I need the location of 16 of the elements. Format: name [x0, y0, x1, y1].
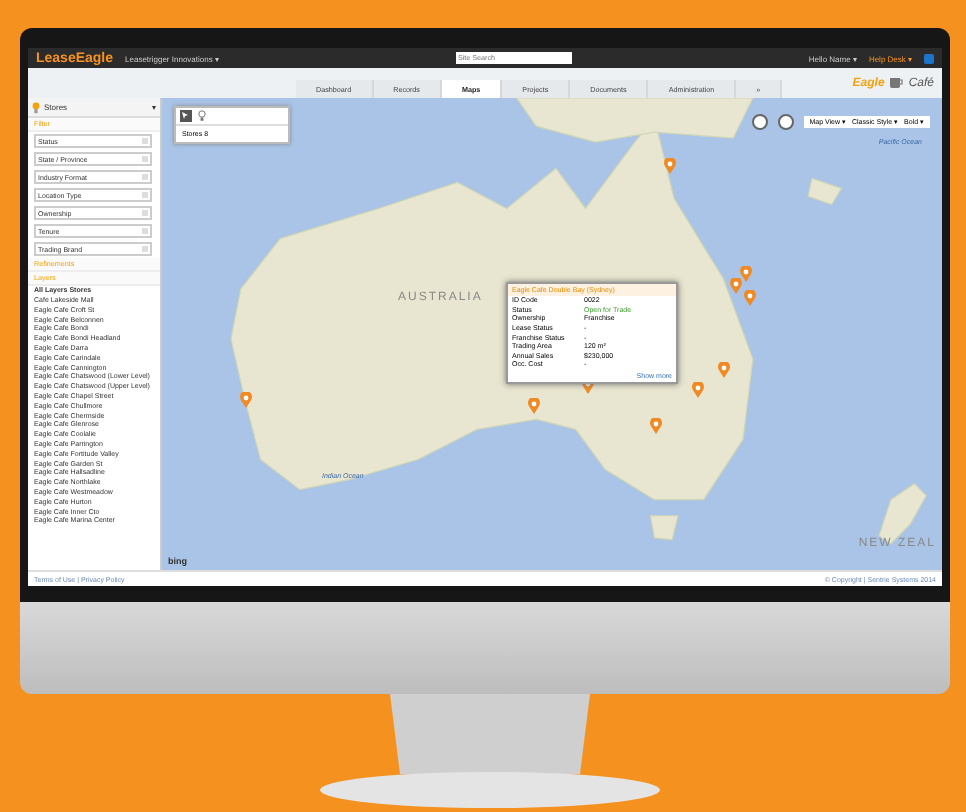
map-pin-icon[interactable] — [718, 362, 730, 378]
zoom-out-button[interactable] — [777, 114, 794, 130]
select-tool-icon[interactable] — [180, 110, 192, 122]
map-pin-icon[interactable] — [528, 398, 540, 414]
map-pin-icon[interactable] — [240, 392, 252, 408]
cup-icon — [888, 76, 905, 90]
lightbulb-icon — [32, 101, 40, 113]
map-pin-icon[interactable] — [650, 418, 662, 434]
map-pin-icon[interactable] — [692, 382, 704, 398]
map-pin-icon[interactable] — [740, 266, 752, 282]
zoom-in-button[interactable] — [751, 114, 768, 130]
map-pin-icon[interactable] — [730, 278, 742, 294]
lightbulb-icon[interactable] — [198, 110, 206, 122]
map-pin-icon[interactable] — [664, 158, 676, 174]
map-pin-icon[interactable] — [744, 290, 756, 306]
profile-icon[interactable] — [924, 53, 934, 63]
